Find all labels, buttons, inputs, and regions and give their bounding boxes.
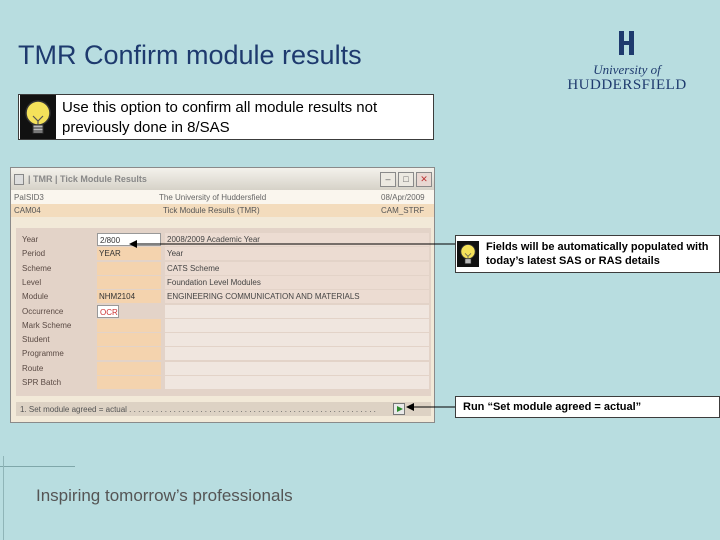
tip-run-text: Run “Set module agreed = actual” <box>463 401 642 413</box>
tip-fields: Fields will be automatically populated w… <box>455 235 720 273</box>
footer-divider <box>0 466 75 467</box>
lightbulb-icon <box>457 241 479 267</box>
tagline: Inspiring tomorrow’s professionals <box>36 486 293 505</box>
footer-vertical-divider <box>3 456 4 540</box>
tip-fields-text: Fields will be automatically populated w… <box>486 241 709 267</box>
tip-run: Run “Set module agreed = actual” <box>455 396 720 418</box>
